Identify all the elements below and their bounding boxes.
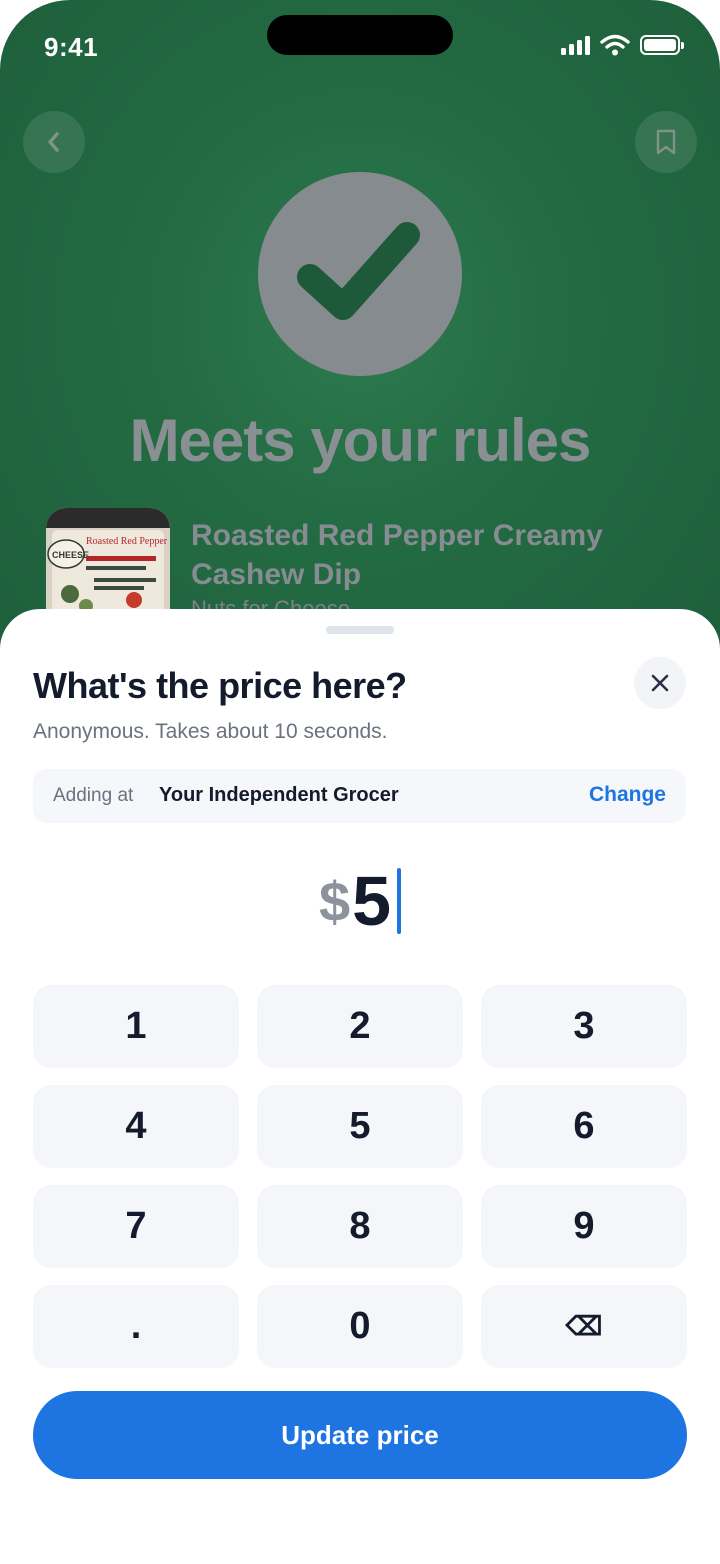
- store-name: Your Independent Grocer: [159, 784, 399, 806]
- bookmark-icon: [656, 129, 676, 155]
- key-9[interactable]: 9: [481, 1185, 687, 1268]
- status-bar: 9:41: [0, 0, 720, 96]
- product-summary: CHEESE Roasted Red Pepper Roasted Red Pe…: [46, 508, 686, 632]
- sheet-subtitle: Anonymous. Takes about 10 seconds.: [33, 720, 388, 743]
- price-entry-sheet: What's the price here? Anonymous. Takes …: [0, 609, 720, 1564]
- back-button[interactable]: [23, 111, 85, 173]
- status-icons: [561, 34, 684, 56]
- key-decimal[interactable]: .: [33, 1285, 239, 1368]
- key-8[interactable]: 8: [257, 1185, 463, 1268]
- key-5[interactable]: 5: [257, 1085, 463, 1168]
- backspace-icon[interactable]: ⌫: [481, 1285, 687, 1368]
- key-2[interactable]: 2: [257, 985, 463, 1068]
- sheet-grabber[interactable]: [326, 626, 394, 634]
- chevron-left-icon: [48, 132, 59, 152]
- svg-text:CHEESE: CHEESE: [52, 550, 89, 560]
- wifi-icon: [600, 34, 630, 56]
- key-0[interactable]: 0: [257, 1285, 463, 1368]
- sheet-title: What's the price here?: [33, 665, 407, 706]
- currency-symbol: $: [318, 869, 351, 933]
- bookmark-button[interactable]: [635, 111, 697, 173]
- update-price-button[interactable]: Update price: [33, 1391, 687, 1479]
- match-check-badge: [258, 172, 462, 376]
- cellular-signal-icon: [561, 35, 590, 55]
- verdict-title: Meets your rules: [129, 407, 592, 474]
- product-name: Roasted Red Pepper Creamy Cashew Dip: [191, 519, 603, 591]
- change-store-link[interactable]: Change: [589, 783, 666, 807]
- status-time: 9:41: [44, 32, 99, 62]
- key-3[interactable]: 3: [481, 985, 687, 1068]
- price-input[interactable]: $ 5: [0, 861, 720, 941]
- key-6[interactable]: 6: [481, 1085, 687, 1168]
- close-button[interactable]: [634, 657, 686, 709]
- phone-screen: 9:41 Meets your rules CHEESE Roasted Red…: [0, 0, 720, 1564]
- key-4[interactable]: 4: [33, 1085, 239, 1168]
- price-value: 5: [352, 862, 392, 940]
- key-7[interactable]: 7: [33, 1185, 239, 1268]
- checkmark-icon: [297, 222, 420, 320]
- store-label: Adding at: [53, 785, 134, 806]
- key-1[interactable]: 1: [33, 985, 239, 1068]
- store-selector: Adding at Your Independent Grocer Change: [33, 769, 686, 823]
- battery-icon: [640, 35, 684, 55]
- product-image-text: Roasted Red Pepper: [86, 536, 168, 547]
- text-cursor: [397, 868, 402, 934]
- close-icon: [651, 674, 669, 692]
- dynamic-island: [267, 15, 453, 55]
